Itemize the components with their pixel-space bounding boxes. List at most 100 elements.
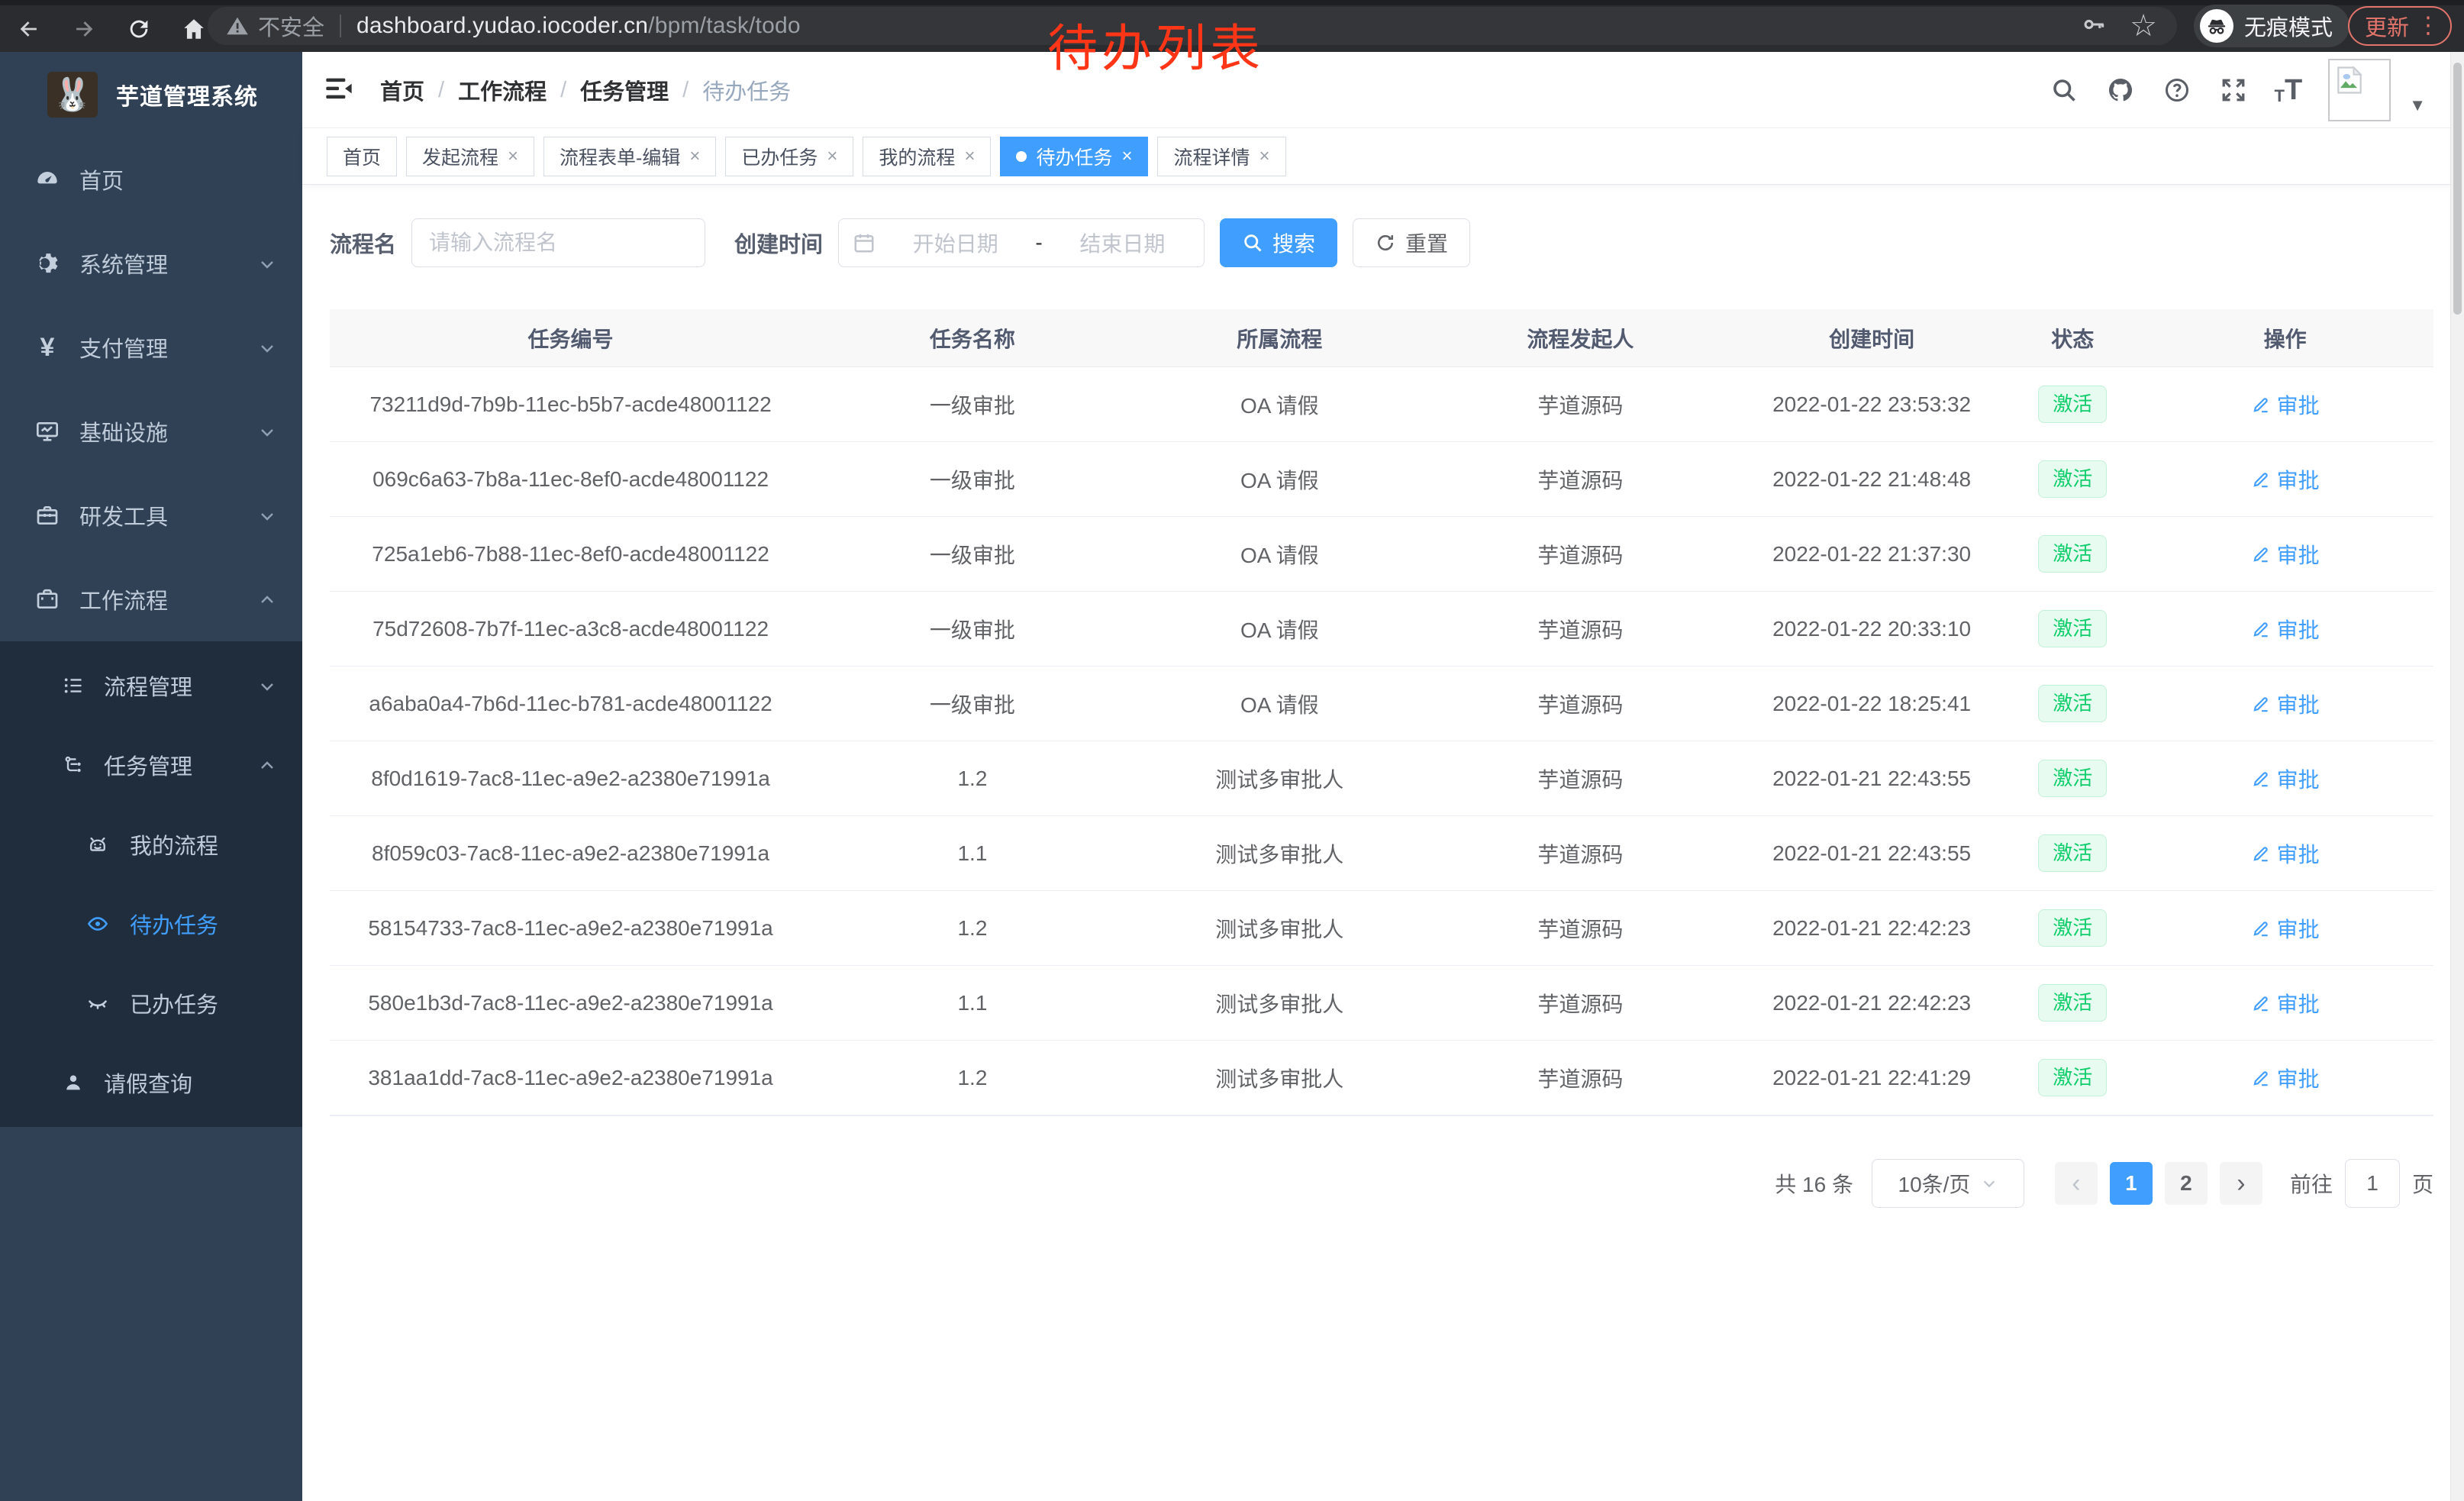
approve-button[interactable]: 审批: [2251, 913, 2320, 944]
col-header-task-id: 任务编号: [330, 323, 811, 353]
approve-button[interactable]: 审批: [2251, 464, 2320, 495]
main-content: 流程名 创建时间 开始日期 - 结束日期 搜索 重置 任务编号: [302, 185, 2464, 1501]
fullscreen-icon[interactable]: [2218, 75, 2249, 105]
sidebar-item-process-mgmt[interactable]: 流程管理: [0, 646, 302, 725]
edit-pencil-icon: [2251, 470, 2271, 489]
sidebar-item-system[interactable]: 系统管理: [0, 221, 302, 305]
tab-todo-tasks[interactable]: 待办任务 ×: [1000, 137, 1148, 176]
date-range-picker[interactable]: 开始日期 - 结束日期: [838, 218, 1205, 267]
sidebar-item-home[interactable]: 首页: [0, 137, 302, 221]
sidebar-item-done-tasks[interactable]: 已办任务: [0, 964, 302, 1043]
sidebar-item-infra[interactable]: 基础设施: [0, 389, 302, 473]
search-button[interactable]: 搜索: [1220, 218, 1337, 267]
breadcrumb-workflow[interactable]: 工作流程: [458, 74, 547, 106]
help-icon[interactable]: [2162, 75, 2192, 105]
avatar-caret-icon[interactable]: ▼: [2409, 95, 2426, 115]
tab-my-process[interactable]: 我的流程 ×: [863, 137, 991, 176]
process-name-input[interactable]: [411, 218, 705, 267]
scrollbar-thumb[interactable]: [2453, 63, 2462, 315]
browser-menu-icon[interactable]: ⋮: [2417, 15, 2440, 37]
sidebar-item-todo-tasks[interactable]: 待办任务: [0, 884, 302, 964]
github-icon[interactable]: [2105, 75, 2136, 105]
sidebar-item-payment[interactable]: ¥ 支付管理: [0, 305, 302, 389]
table-row: 73211d9d-7b9b-11ec-b5b7-acde48001122 一级审…: [330, 367, 2433, 442]
tab-done-tasks[interactable]: 已办任务 ×: [725, 137, 853, 176]
edit-pencil-icon: [2251, 769, 2271, 789]
tab-process-detail[interactable]: 流程详情 ×: [1157, 137, 1285, 176]
page-button-1[interactable]: 1: [2110, 1162, 2153, 1205]
cell-starter: 芋道源码: [1426, 464, 1735, 495]
breadcrumb-home[interactable]: 首页: [380, 74, 424, 106]
approve-button[interactable]: 审批: [2251, 614, 2320, 644]
close-icon[interactable]: ×: [964, 147, 975, 166]
cell-process: 测试多审批人: [1134, 1063, 1426, 1093]
breadcrumb-separator: /: [438, 78, 444, 103]
approve-button[interactable]: 审批: [2251, 1063, 2320, 1093]
font-size-icon[interactable]: TT: [2275, 76, 2303, 105]
security-chip[interactable]: 不安全: [226, 10, 324, 42]
password-key-icon[interactable]: [2081, 11, 2107, 41]
cell-task-name: 1.1: [811, 841, 1134, 866]
approve-button[interactable]: 审批: [2251, 689, 2320, 719]
close-icon[interactable]: ×: [1259, 147, 1270, 166]
sidebar-item-task-mgmt[interactable]: 任务管理: [0, 725, 302, 805]
approve-button[interactable]: 审批: [2251, 389, 2320, 420]
sidebar-item-my-process[interactable]: 我的流程: [0, 805, 302, 884]
chevron-down-icon: [258, 676, 276, 695]
cell-process: 测试多审批人: [1134, 838, 1426, 869]
close-icon[interactable]: ×: [1121, 147, 1132, 166]
cell-task-name: 1.2: [811, 767, 1134, 791]
page: 不安全 dashboard.yudao.iocoder.cn/bpm/task/…: [0, 0, 2464, 1501]
breadcrumb-task-mgmt[interactable]: 任务管理: [580, 74, 669, 106]
sidebar-fold-icon[interactable]: [324, 73, 357, 107]
browser-back-icon[interactable]: [12, 12, 46, 46]
approve-button[interactable]: 审批: [2251, 539, 2320, 570]
process-name-label: 流程名: [330, 227, 396, 259]
browser-home-icon[interactable]: [177, 12, 211, 46]
goto-page-input[interactable]: [2345, 1159, 2400, 1208]
table-header-row: 任务编号 任务名称 所属流程 流程发起人 创建时间 状态 操作: [330, 309, 2433, 367]
tab-label: 我的流程: [879, 143, 955, 170]
close-icon[interactable]: ×: [827, 147, 837, 166]
approve-button[interactable]: 审批: [2251, 838, 2320, 869]
prev-page-button[interactable]: ‹: [2055, 1162, 2098, 1205]
browser-reload-icon[interactable]: [122, 12, 156, 46]
cell-create-time: 2022-01-22 21:48:48: [1735, 467, 2008, 492]
window-scrollbar[interactable]: [2450, 52, 2464, 1501]
annotation-overlay-text: 待办列表: [1047, 8, 1264, 81]
page-button-2[interactable]: 2: [2165, 1162, 2208, 1205]
close-icon[interactable]: ×: [508, 147, 518, 166]
sidebar-item-devtools[interactable]: 研发工具: [0, 473, 302, 557]
sidebar-item-label: 研发工具: [79, 499, 168, 531]
edit-pencil-icon: [2251, 993, 2271, 1013]
cell-task-id: 58154733-7ac8-11ec-a9e2-a2380e71991a: [330, 916, 811, 941]
table-row: 580e1b3d-7ac8-11ec-a9e2-a2380e71991a 1.1…: [330, 966, 2433, 1041]
tab-home[interactable]: 首页: [327, 137, 397, 176]
browser-update-button[interactable]: 更新 ⋮: [2348, 6, 2452, 46]
approve-button[interactable]: 审批: [2251, 763, 2320, 794]
page-size-select[interactable]: 10条/页: [1872, 1159, 2024, 1208]
tab-start-process[interactable]: 发起流程 ×: [406, 137, 534, 176]
pagination: 共 16 条 10条/页 ‹ 1 2 › 前往 页: [330, 1159, 2433, 1208]
browser-forward-icon[interactable]: [67, 12, 101, 46]
search-icon[interactable]: [2049, 75, 2079, 105]
close-icon[interactable]: ×: [689, 147, 700, 166]
col-header-actions: 操作: [2137, 323, 2433, 353]
sidebar: 🐰 芋道管理系统 首页 系统管理 ¥ 支付管理: [0, 52, 302, 1501]
reset-button[interactable]: 重置: [1353, 218, 1470, 267]
cell-create-time: 2022-01-21 22:42:23: [1735, 991, 2008, 1015]
range-separator: -: [1035, 231, 1042, 255]
next-page-button[interactable]: ›: [2220, 1162, 2262, 1205]
cell-task-name: 1.2: [811, 916, 1134, 941]
bookmark-star-icon[interactable]: ☆: [2130, 11, 2157, 41]
calendar-icon: [853, 231, 876, 254]
tab-process-form-edit[interactable]: 流程表单-编辑 ×: [543, 137, 716, 176]
status-badge: 激活: [2038, 760, 2107, 797]
sidebar-item-workflow[interactable]: 工作流程: [0, 557, 302, 641]
approve-button[interactable]: 审批: [2251, 988, 2320, 1018]
app-logo-row[interactable]: 🐰 芋道管理系统: [0, 52, 302, 137]
cell-task-id: 069c6a63-7b8a-11ec-8ef0-acde48001122: [330, 467, 811, 492]
sidebar-item-leave-query[interactable]: 请假查询: [0, 1043, 302, 1122]
avatar[interactable]: [2328, 59, 2391, 121]
app-logo-image: 🐰: [47, 72, 98, 118]
